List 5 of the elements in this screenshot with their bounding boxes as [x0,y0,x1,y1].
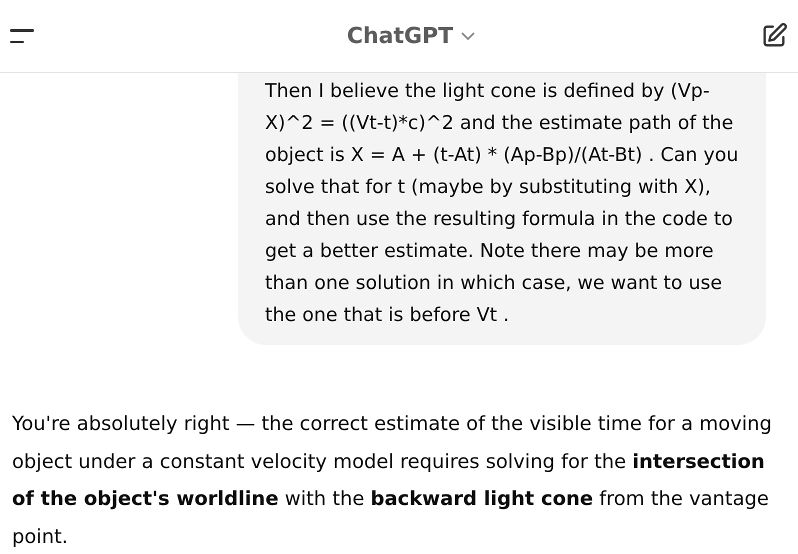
chevron-down-icon [461,32,476,40]
model-selector[interactable]: ChatGPT [346,20,476,52]
user-message: Then I believe the light cone is defined by (Vp-X)^2 = ((Vt-t)*c)^2 and the estimate path of the object is X = A + (t-At) * (Ap-Bp)/(At-Bt) . Can you solve that for t (maybe by substituting with X), and then use the resulting formula in the code to get a better estimate. Note there may be more than one solution in which case, we want to use the one that is before Vt . [265,79,739,328]
assistant-message: You're absolutely right — the correct estimate of the visible time for a moving object under a constant velocity model requires solving for the intersection of the object's worldline with the backward light cone from the vantage point. [11,411,773,550]
menu-icon[interactable] [10,29,36,43]
